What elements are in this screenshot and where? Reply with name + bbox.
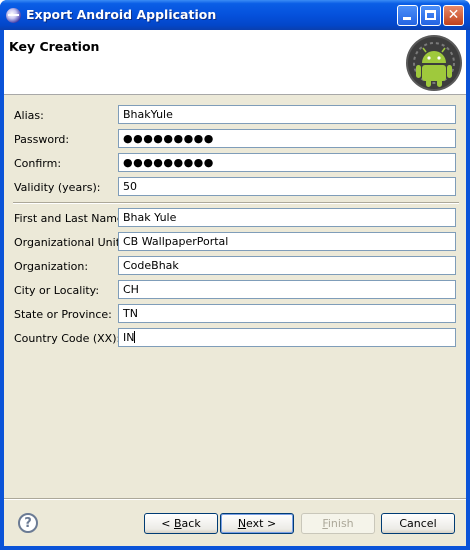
eclipse-icon [6, 8, 21, 23]
country-label: Country Code (XX): [14, 332, 121, 345]
section-separator [13, 202, 459, 204]
organization-label: Organization: [14, 260, 89, 273]
next-mnemonic: N [237, 517, 247, 530]
button-bar-separator [4, 498, 466, 500]
finish-button[interactable]: Finish [301, 513, 375, 534]
confirm-row: Confirm: ●●●●●●●●● [4, 153, 466, 173]
validity-field[interactable]: 50 [118, 177, 456, 196]
dialog-client-area: Key Creation Alias: BhakYule Password: ●… [4, 30, 466, 546]
window-title: Export Android Application [26, 7, 217, 22]
name-row: First and Last Name: Bhak Yule [4, 208, 466, 228]
alias-field[interactable]: BhakYule [118, 105, 456, 124]
dialog-window: Export Android Application ✕ Key Creatio… [0, 0, 470, 550]
state-label: State or Province: [14, 308, 112, 321]
city-row: City or Locality: CH [4, 280, 466, 300]
android-logo-icon [406, 35, 462, 91]
help-icon[interactable]: ? [18, 513, 38, 533]
cancel-button[interactable]: Cancel [381, 513, 455, 534]
minimize-button[interactable] [397, 5, 418, 26]
title-bar[interactable]: Export Android Application ✕ [0, 0, 470, 30]
country-row: Country Code (XX): IN [4, 328, 466, 348]
organization-field[interactable]: CodeBhak [118, 256, 456, 275]
minimize-icon [403, 17, 411, 20]
name-label: First and Last Name: [14, 212, 128, 225]
validity-row: Validity (years): 50 [4, 177, 466, 197]
back-button[interactable]: < Back [144, 513, 218, 534]
first-last-name-field[interactable]: Bhak Yule [118, 208, 456, 227]
page-title: Key Creation [9, 39, 100, 54]
next-button[interactable]: Next > [220, 513, 294, 534]
org-unit-label: Organizational Unit: [14, 236, 124, 249]
organization-row: Organization: CodeBhak [4, 256, 466, 276]
close-button[interactable]: ✕ [443, 5, 464, 26]
text-caret [134, 331, 136, 343]
confirm-label: Confirm: [14, 157, 62, 170]
alias-label: Alias: [14, 109, 44, 122]
back-prefix: < [161, 517, 174, 530]
city-label: City or Locality: [14, 284, 100, 297]
country-code-field[interactable]: IN [118, 328, 456, 347]
password-row: Password: ●●●●●●●●● [4, 129, 466, 149]
city-field[interactable]: CH [118, 280, 456, 299]
back-rest: ack [181, 517, 201, 530]
finish-rest: inish [327, 517, 354, 530]
alias-row: Alias: BhakYule [4, 105, 466, 125]
validity-label: Validity (years): [14, 181, 101, 194]
password-label: Password: [14, 133, 70, 146]
back-mnemonic: B [174, 517, 182, 530]
maximize-button[interactable] [420, 5, 441, 26]
maximize-icon [425, 10, 436, 20]
wizard-header: Key Creation [4, 30, 466, 95]
country-code-value: IN [123, 331, 135, 344]
password-field[interactable]: ●●●●●●●●● [118, 129, 456, 148]
next-rest: ext > [246, 517, 277, 530]
state-field[interactable]: TN [118, 304, 456, 323]
org-unit-field[interactable]: CB WallpaperPortal [118, 232, 456, 251]
state-row: State or Province: TN [4, 304, 466, 324]
close-icon: ✕ [447, 7, 460, 23]
org-unit-row: Organizational Unit: CB WallpaperPortal [4, 232, 466, 252]
confirm-password-field[interactable]: ●●●●●●●●● [118, 153, 456, 172]
